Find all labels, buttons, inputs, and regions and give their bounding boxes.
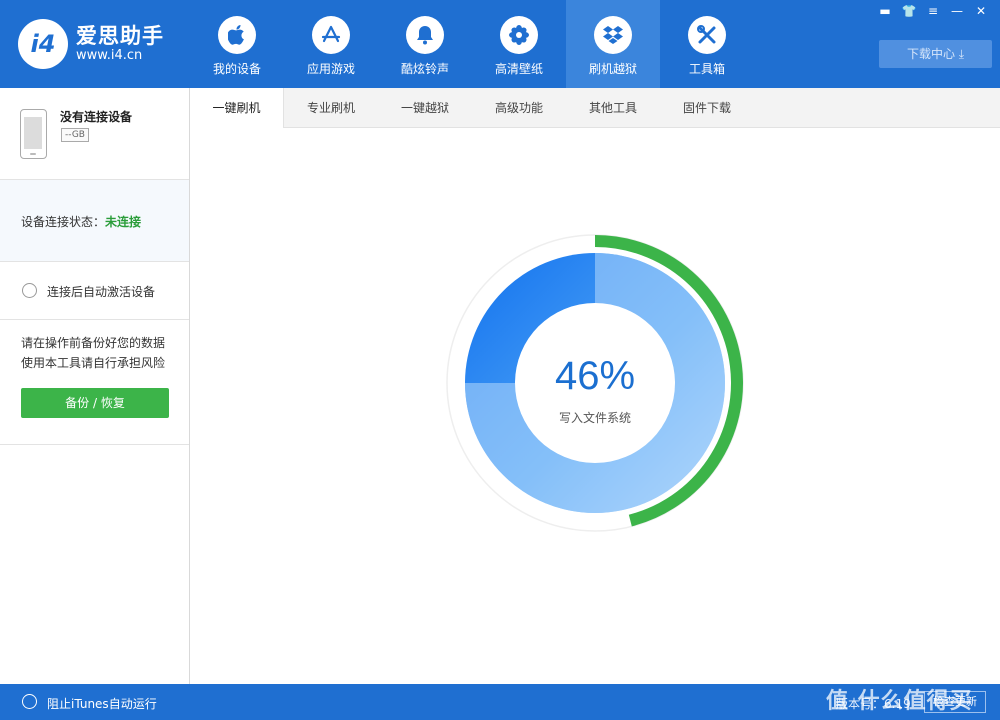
dropbox-icon <box>594 16 632 54</box>
nav-label: 工具箱 <box>688 62 725 76</box>
nav-label: 酷炫铃声 <box>400 62 449 76</box>
menu-icon[interactable]: ≡ <box>922 2 944 20</box>
nav-item-my-device[interactable]: 我的设备 <box>190 0 284 88</box>
window-controls: ▬ 👕 ≡ — ✕ <box>874 2 992 20</box>
nav-label: 高清壁纸 <box>494 62 543 76</box>
sub-tabs: 一键刷机 专业刷机 一键越狱 高级功能 其他工具 固件下载 <box>190 88 1000 129</box>
app-logo: i4 爱思助手 www.i4.cn <box>18 18 178 70</box>
progress-caption: 写入文件系统 <box>558 411 631 425</box>
backup-restore-button[interactable]: 备份 / 恢复 <box>21 388 169 418</box>
sidebar: 没有连接设备 --GB 设备连接状态：未连接 连接后自动激活设备 请在操作前备份… <box>0 88 190 684</box>
warning-line-2: 使用本工具请自行承担风险 <box>21 356 166 370</box>
tab-advanced[interactable]: 高级功能 <box>472 88 566 128</box>
nav-item-ringtones[interactable]: 酷炫铃声 <box>378 0 472 88</box>
feedback-icon[interactable]: ▬ <box>874 2 896 20</box>
logo-text: 爱思助手 www.i4.cn <box>76 24 164 64</box>
warning-line-1: 请在操作前备份好您的数据 <box>21 336 166 350</box>
bell-icon <box>406 16 444 54</box>
main-content: 46% 写入文件系统 <box>190 128 1000 684</box>
device-info: 没有连接设备 --GB <box>0 88 189 180</box>
download-center-button[interactable]: 下载中心 ⤓ <box>879 40 992 68</box>
tab-firmware-download[interactable]: 固件下载 <box>660 88 754 128</box>
watermark: 值 什么值得买 <box>826 689 973 714</box>
phone-icon <box>20 109 47 159</box>
close-icon[interactable]: ✕ <box>970 2 992 20</box>
tab-one-click-flash[interactable]: 一键刷机 <box>190 88 284 129</box>
status-row: 设备连接状态：未连接 <box>21 213 141 230</box>
warning-section: 请在操作前备份好您的数据 使用本工具请自行承担风险 备份 / 恢复 <box>0 320 189 445</box>
progress-percent: 46% <box>554 354 636 398</box>
block-itunes-radio[interactable] <box>22 694 37 709</box>
skin-icon[interactable]: 👕 <box>898 2 920 20</box>
nav-item-toolbox[interactable]: 工具箱 <box>660 0 754 88</box>
device-name: 没有连接设备 <box>60 110 133 124</box>
auto-activate-radio[interactable] <box>22 283 37 298</box>
logo-name: 爱思助手 <box>76 24 164 48</box>
logo-mark: i4 <box>18 19 68 69</box>
bottom-bar: 阻止iTunes自动运行 版本号：6.19 检查更新 值 什么值得买 <box>0 684 1000 720</box>
logo-url: www.i4.cn <box>76 48 143 63</box>
block-itunes-label[interactable]: 阻止iTunes自动运行 <box>47 695 157 712</box>
apple-icon <box>218 16 256 54</box>
tab-one-click-jailbreak[interactable]: 一键越狱 <box>378 88 472 128</box>
tab-other-tools[interactable]: 其他工具 <box>566 88 660 128</box>
nav-label: 应用游戏 <box>306 62 355 76</box>
status-value: 未连接 <box>105 215 142 229</box>
progress-ring: 46% 写入文件系统 <box>445 233 745 533</box>
tab-pro-flash[interactable]: 专业刷机 <box>284 88 378 128</box>
device-capacity: --GB <box>61 128 89 142</box>
status-label: 设备连接状态： <box>21 215 106 229</box>
flower-icon <box>500 16 538 54</box>
auto-activate-label[interactable]: 连接后自动激活设备 <box>47 283 155 300</box>
nav-item-wallpapers[interactable]: 高清壁纸 <box>472 0 566 88</box>
tools-icon <box>688 16 726 54</box>
nav-item-flash-jailbreak[interactable]: 刷机越狱 <box>566 0 660 88</box>
nav-item-apps-games[interactable]: 应用游戏 <box>284 0 378 88</box>
app-store-icon <box>312 16 350 54</box>
minimize-icon[interactable]: — <box>946 2 968 20</box>
connection-status: 设备连接状态：未连接 <box>0 180 189 262</box>
top-bar: i4 爱思助手 www.i4.cn 我的设备 应用游戏 酷炫铃声 高清壁纸 刷机… <box>0 0 1000 88</box>
main-nav: 我的设备 应用游戏 酷炫铃声 高清壁纸 刷机越狱 工具箱 <box>190 0 754 88</box>
auto-activate-option: 连接后自动激活设备 <box>0 262 189 320</box>
nav-label: 刷机越狱 <box>588 62 637 76</box>
nav-label: 我的设备 <box>212 62 261 76</box>
